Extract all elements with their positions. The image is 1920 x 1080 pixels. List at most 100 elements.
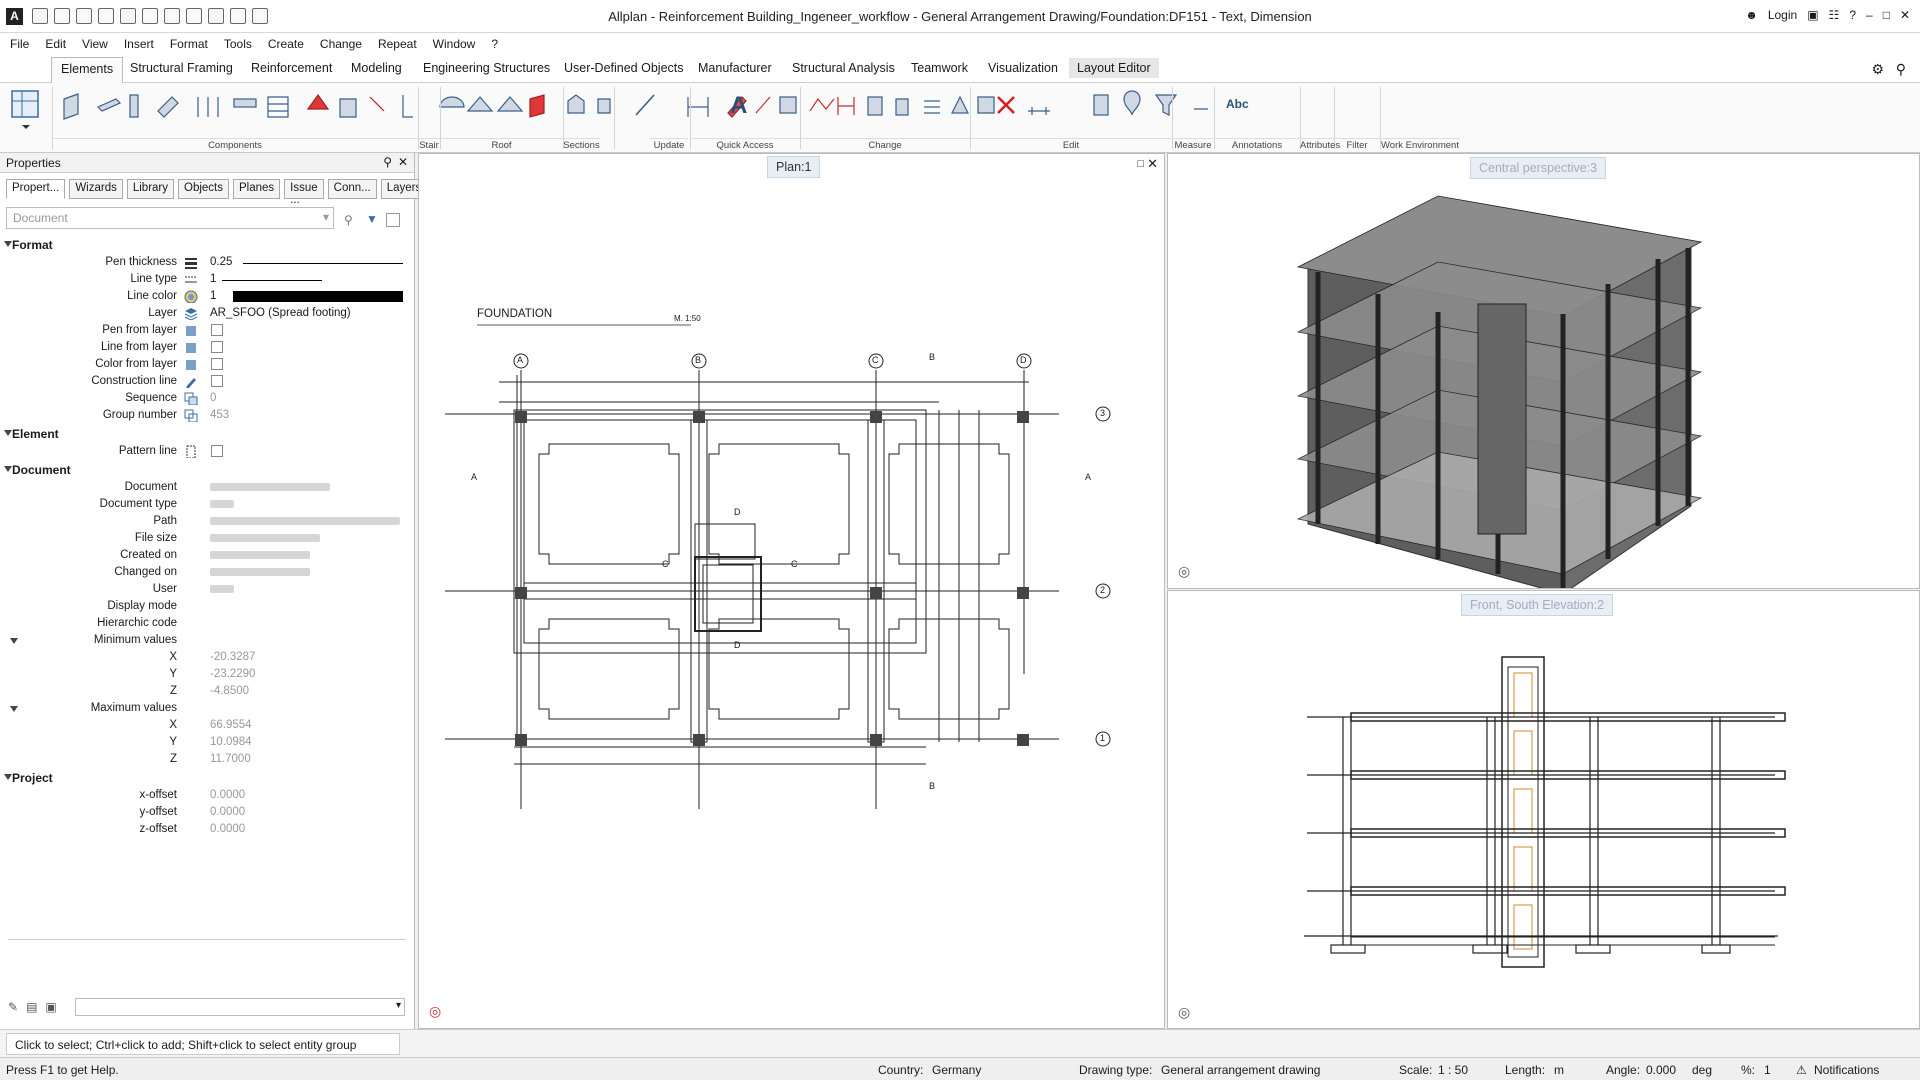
tab-modeling[interactable]: Modeling <box>351 61 402 75</box>
row-sequence[interactable]: Sequence 0 <box>0 390 414 407</box>
row-line-from-layer[interactable]: Line from layer <box>0 339 414 356</box>
row-line-color[interactable]: Line color 1 <box>0 288 414 305</box>
menu-create[interactable]: Create <box>268 37 304 51</box>
close-button[interactable]: ✕ <box>1900 8 1910 22</box>
section-document[interactable]: Document <box>0 460 414 479</box>
document-selector[interactable]: Document ▾ <box>6 207 334 229</box>
color-from-layer-checkbox[interactable] <box>211 358 223 370</box>
ribbon-icons[interactable] <box>58 89 1208 139</box>
menu-insert[interactable]: Insert <box>124 37 154 51</box>
tab-visualization[interactable]: Visualization <box>988 61 1058 75</box>
notifications-button[interactable]: Notifications <box>1814 1063 1879 1077</box>
row-line-type[interactable]: Line type 1 <box>0 271 414 288</box>
text-icon[interactable]: A <box>730 92 747 120</box>
zoom-icon[interactable]: ⚲ <box>344 213 353 227</box>
user-icon[interactable]: ☻ <box>1745 8 1758 22</box>
tab-structural-framing[interactable]: Structural Framing <box>130 61 233 75</box>
construction-line-checkbox[interactable] <box>211 375 223 387</box>
menu-help[interactable]: ? <box>491 37 498 51</box>
menu-format[interactable]: Format <box>170 37 208 51</box>
maximize-button[interactable]: □ <box>1883 8 1890 22</box>
pin-icon[interactable]: ⚲ <box>383 155 392 169</box>
elevation-viewport[interactable]: Front, South Elevation:2 ◎ <box>1167 590 1920 1029</box>
plan-viewport[interactable]: Plan:1 □ ✕ FOUNDATION M. 1:50 A B C D 3 … <box>418 153 1165 1029</box>
folder-icon[interactable]: ▤ <box>26 1000 37 1014</box>
tab-wizards[interactable]: Wizards <box>69 179 123 199</box>
perspective-viewport[interactable]: Central perspective:3 ◎ <box>1167 153 1920 589</box>
checkbox-icon[interactable] <box>386 213 400 227</box>
row-pen-thickness[interactable]: Pen thickness 0.25 <box>0 254 414 271</box>
tools-icon[interactable] <box>252 8 268 24</box>
tab-layout-editor[interactable]: Layout Editor <box>1069 58 1159 78</box>
percent-value[interactable]: 1 <box>1764 1063 1771 1077</box>
line-from-layer-checkbox[interactable] <box>211 341 223 353</box>
shop-icon[interactable]: ☷ <box>1829 8 1840 22</box>
row-maximum-values[interactable]: Maximum values <box>0 700 414 717</box>
undo-icon[interactable] <box>142 8 158 24</box>
message-icon[interactable] <box>120 8 136 24</box>
gear-icon[interactable]: ⚙ <box>1871 61 1884 78</box>
tab-engineering-structures[interactable]: Engineering Structures <box>423 61 550 75</box>
filter-icon[interactable]: ▼ <box>366 212 378 226</box>
print-icon[interactable] <box>98 8 114 24</box>
row-layer[interactable]: Layer AR_SFOO (Spread footing) <box>0 305 414 322</box>
menu-tools[interactable]: Tools <box>224 37 252 51</box>
navigation-icon[interactable]: ◎ <box>429 1003 441 1020</box>
menu-view[interactable]: View <box>82 37 108 51</box>
menu-repeat[interactable]: Repeat <box>378 37 417 51</box>
command-input[interactable]: ▾ <box>75 998 405 1016</box>
tab-user-defined-objects[interactable]: User-Defined Objects <box>564 61 684 75</box>
menu-edit[interactable]: Edit <box>45 37 66 51</box>
drawing-type-value[interactable]: General arrangement drawing <box>1161 1063 1320 1077</box>
section-project[interactable]: Project <box>0 768 414 787</box>
redo-icon[interactable] <box>164 8 180 24</box>
tab-reinforcement[interactable]: Reinforcement <box>251 61 332 75</box>
navigation-icon[interactable]: ◎ <box>1178 1004 1190 1021</box>
wand-icon[interactable]: ✎ <box>8 1000 18 1014</box>
open-icon[interactable] <box>54 8 70 24</box>
tab-manufacturer[interactable]: Manufacturer <box>698 61 772 75</box>
copy-icon[interactable] <box>186 8 202 24</box>
view-cube-icon[interactable] <box>8 87 44 131</box>
tab-structural-analysis[interactable]: Structural Analysis <box>792 61 895 75</box>
collapse-icon[interactable] <box>10 706 18 712</box>
navigation-icon[interactable]: ◎ <box>1178 563 1190 580</box>
pattern-line-checkbox[interactable] <box>211 445 223 457</box>
menu-window[interactable]: Window <box>433 37 476 51</box>
angle-unit[interactable]: deg <box>1692 1063 1712 1077</box>
row-group-number[interactable]: Group number 453 <box>0 407 414 424</box>
tab-planes[interactable]: Planes <box>233 179 281 199</box>
row-color-from-layer[interactable]: Color from layer <box>0 356 414 373</box>
tab-library[interactable]: Library <box>126 179 174 199</box>
annotation-icon[interactable]: Abc <box>1226 97 1249 111</box>
tab-properties[interactable]: Propert... <box>6 179 66 199</box>
angle-value[interactable]: 0.000 <box>1646 1063 1676 1077</box>
section-format[interactable]: Format <box>0 235 414 254</box>
new-file-icon[interactable] <box>32 8 48 24</box>
tab-objects[interactable]: Objects <box>178 179 229 199</box>
help-icon[interactable]: ? <box>1849 8 1856 22</box>
section-element[interactable]: Element <box>0 424 414 443</box>
minimize-button[interactable]: – <box>1866 8 1873 22</box>
library-icon[interactable]: ▣ <box>45 1000 56 1014</box>
notification-icon[interactable]: ⚠ <box>1796 1063 1807 1077</box>
menu-change[interactable]: Change <box>320 37 362 51</box>
settings-icon[interactable] <box>208 8 224 24</box>
row-pen-from-layer[interactable]: Pen from layer <box>0 322 414 339</box>
pen-from-layer-checkbox[interactable] <box>211 324 223 336</box>
tab-issue[interactable]: Issue ... <box>284 179 324 206</box>
collapse-icon[interactable] <box>10 638 18 644</box>
display-icon[interactable]: ▣ <box>1807 8 1818 22</box>
row-pattern-line[interactable]: Pattern line <box>0 443 414 460</box>
menu-file[interactable]: File <box>10 37 29 51</box>
tab-teamwork[interactable]: Teamwork <box>911 61 968 75</box>
length-value[interactable]: m <box>1554 1063 1564 1077</box>
save-icon[interactable] <box>76 8 92 24</box>
layout-icon[interactable] <box>230 8 246 24</box>
login-button[interactable]: Login <box>1768 8 1797 22</box>
search-icon[interactable]: ⚲ <box>1896 61 1906 78</box>
tab-elements[interactable]: Elements <box>51 57 124 84</box>
row-minimum-values[interactable]: Minimum values <box>0 632 414 649</box>
tab-connect[interactable]: Conn... <box>327 179 377 199</box>
row-construction-line[interactable]: Construction line <box>0 373 414 390</box>
